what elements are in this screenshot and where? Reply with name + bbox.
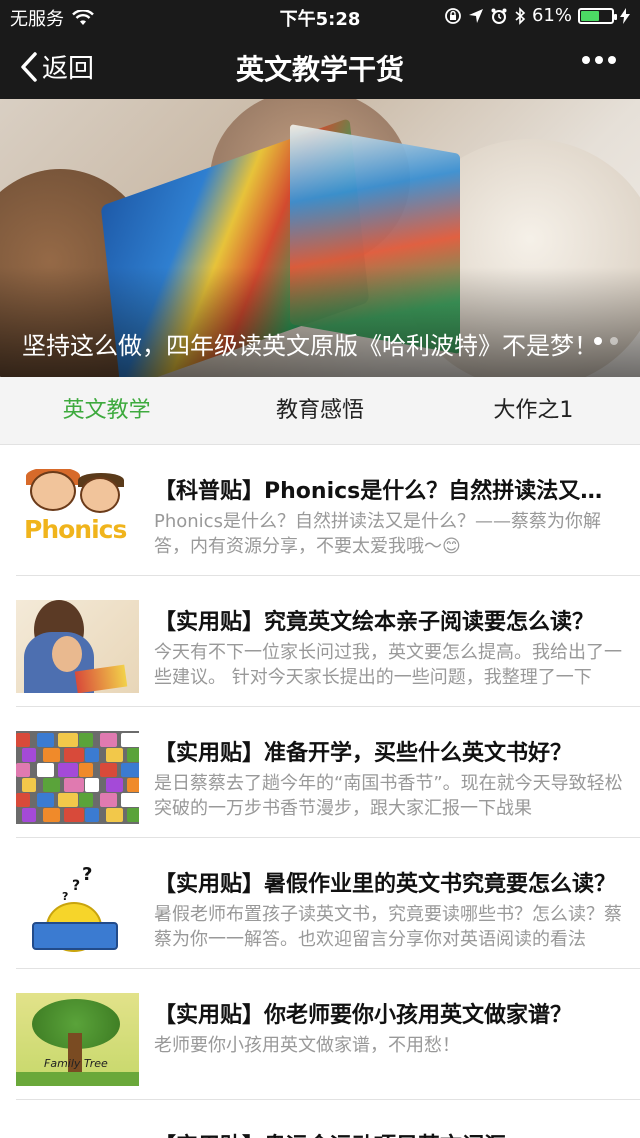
tab-major-works[interactable]: 大作之1 — [427, 377, 640, 444]
nav-bar: 返回 英文教学干货 — [0, 32, 640, 99]
article-title: 【实用贴】究竟英文绘本亲子阅读要怎么读？ — [154, 610, 595, 635]
article-summary: 老师要你小孩用英文做家谱，不用愁！ — [154, 1035, 460, 1056]
more-menu-button[interactable] — [582, 56, 616, 64]
bluetooth-icon — [515, 6, 526, 25]
carousel-dot — [594, 337, 602, 345]
article-summary: Phonics是什么？自然拼读法又是什么？——蔡蔡为你解答，内有资源分享，不要太… — [154, 511, 601, 557]
list-item[interactable]: Phonics 【科普贴】Phonics是什么？自然拼读法又是什么？ Phoni… — [16, 445, 640, 576]
carousel-dot — [610, 337, 618, 345]
article-thumbnail — [16, 731, 139, 824]
article-thumbnail — [16, 1124, 139, 1138]
tab-english-teaching[interactable]: 英文教学 — [0, 377, 213, 444]
banner-caption: 坚持这么做，四年级读英文原版《哈利波特》不是梦！ — [22, 332, 592, 360]
article-thumbnail: Family Tree — [16, 993, 139, 1086]
more-dots-icon — [582, 56, 590, 64]
article-summary: 今天有不下一位家长问过我，英文要怎么提高。我给出了一些建议。 针对今天家长提出的… — [154, 642, 622, 688]
battery-percent: 61% — [531, 5, 572, 26]
article-thumbnail — [16, 600, 139, 693]
list-item[interactable]: Family Tree 【实用贴】你老师要你小孩用英文做家谱？ 老师要你小孩用英… — [16, 969, 640, 1100]
alarm-icon — [491, 8, 507, 24]
list-item[interactable]: 【实用贴】准备开学，买些什么英文书好？ 是日蔡蔡去了趟今年的“南国书香节”。现在… — [16, 707, 640, 838]
article-summary: 是日蔡蔡去了趟今年的“南国书香节”。现在就今天导致轻松突破的一万步书香节漫步，跟… — [154, 773, 623, 819]
location-icon — [468, 8, 483, 23]
category-tabs: 英文教学 教育感悟 大作之1 — [0, 377, 640, 445]
article-title: 【实用贴】你老师要你小孩用英文做家谱？ — [154, 1003, 573, 1028]
battery-icon — [578, 7, 617, 24]
carousel-indicator — [594, 337, 618, 345]
article-thumbnail: Phonics — [16, 469, 139, 562]
page-title: 英文教学干货 — [235, 53, 404, 86]
article-title: 【实用贴】暑假作业里的英文书究竟要怎么读？ — [154, 872, 617, 897]
list-item[interactable]: 【实用贴】究竟英文绘本亲子阅读要怎么读？ 今天有不下一位家长问过我，英文要怎么提… — [16, 576, 640, 707]
rotation-lock-icon — [445, 7, 461, 24]
article-title: 【科普贴】Phonics是什么？自然拼读法又是什么？ — [154, 479, 624, 504]
banner-carousel[interactable]: 坚持这么做，四年级读英文原版《哈利波特》不是梦！ — [0, 99, 640, 377]
article-summary: 暑假老师布置孩子读英文书，究竟要读哪些书？怎么读？蔡蔡为你一一解答。也欢迎留言分… — [154, 904, 622, 950]
list-item[interactable]: ? ? ? 【实用贴】暑假作业里的英文书究竟要怎么读？ 暑假老师布置孩子读英文书… — [16, 838, 640, 969]
article-list: Phonics 【科普贴】Phonics是什么？自然拼读法又是什么？ Phoni… — [0, 445, 640, 1138]
tab-education-insights[interactable]: 教育感悟 — [213, 377, 426, 444]
article-title: 【实用贴】准备开学，买些什么英文书好？ — [154, 741, 573, 766]
article-thumbnail: ? ? ? — [16, 862, 139, 955]
thumbnail-text: Phonics — [24, 515, 127, 544]
status-bar: 无服务 下午5:28 61% — [0, 0, 640, 32]
list-item[interactable]: 【实用贴】奥运会运动项目英文词汇 — [16, 1100, 640, 1138]
charging-bolt-icon — [620, 7, 630, 24]
article-title: 【实用贴】奥运会运动项目英文词汇 — [154, 1128, 624, 1138]
